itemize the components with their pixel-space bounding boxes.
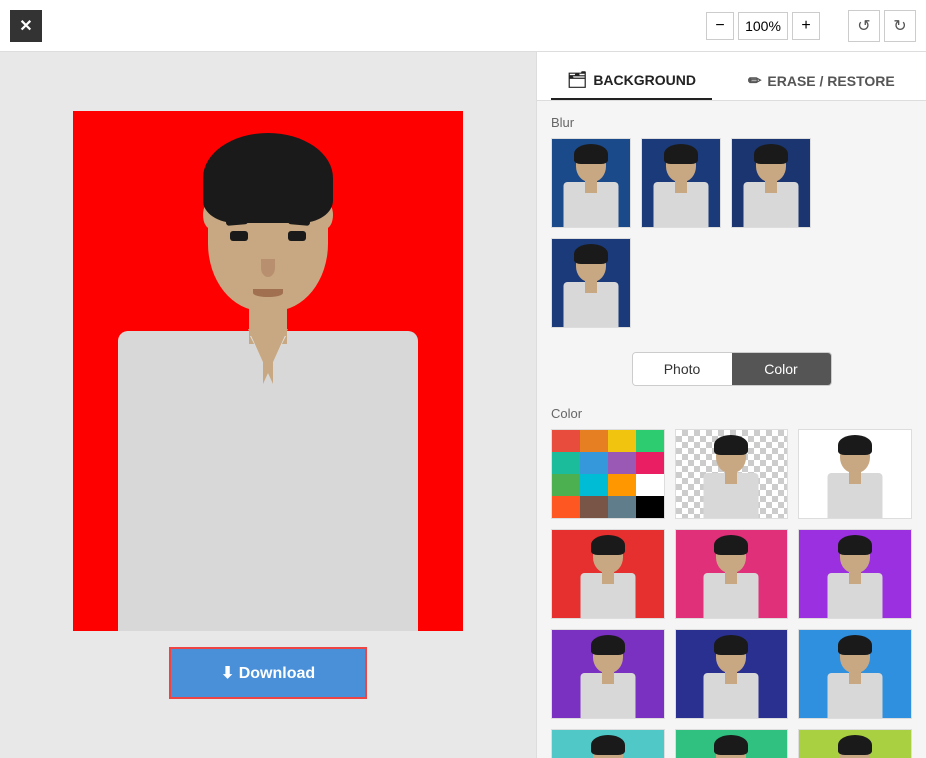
mini-hair-mp xyxy=(591,635,625,655)
mini-neck-blur3 xyxy=(765,181,777,193)
mini-hair-cy xyxy=(714,735,748,755)
mini-person-red xyxy=(552,530,664,618)
tab-erase-restore[interactable]: ✏ ERASE / RESTORE xyxy=(732,62,911,100)
color-thumb-grid xyxy=(551,429,912,758)
right-panel: 🗂 BACKGROUND ✏ ERASE / RESTORE Blur xyxy=(536,52,926,758)
mini-person-hotpink xyxy=(676,530,788,618)
blur-section: Blur xyxy=(551,115,912,328)
mini-hair-p xyxy=(838,535,872,555)
download-area: ⬇ Download xyxy=(169,647,367,699)
blur-section-label: Blur xyxy=(551,115,912,130)
close-button[interactable]: ✕ xyxy=(10,10,42,42)
blur-thumb-4[interactable] xyxy=(551,238,631,328)
image-container: ⬇ Download xyxy=(73,111,463,699)
blur-thumb-1[interactable] xyxy=(551,138,631,228)
zoom-out-button[interactable]: − xyxy=(706,12,734,40)
color-thumb-red[interactable] xyxy=(551,529,665,619)
mini-person-blur4 xyxy=(552,239,630,327)
mini-person-mpurple xyxy=(552,630,664,718)
blur-thumb-2[interactable] xyxy=(641,138,721,228)
mini-person-teal xyxy=(552,730,664,758)
mini-hair-r xyxy=(591,535,625,555)
color-thumb-dark-blue[interactable] xyxy=(675,629,789,719)
mini-neck-mp xyxy=(602,672,614,684)
tab-background-label: BACKGROUND xyxy=(593,72,696,88)
mini-neck-r xyxy=(602,572,614,584)
history-controls: ↺ ↻ xyxy=(848,10,916,42)
panel-tabs: 🗂 BACKGROUND ✏ ERASE / RESTORE xyxy=(537,52,926,101)
main-area: ⬇ Download 🗂 BACKGROUND ✏ ERASE / RESTOR… xyxy=(0,52,926,758)
mini-hair-yg xyxy=(838,735,872,755)
mini-hair-tl xyxy=(591,735,625,755)
mini-neck-w xyxy=(849,472,861,484)
color-thumb-cyan[interactable] xyxy=(675,729,789,758)
mini-neck-blur4 xyxy=(585,281,597,293)
color-thumb-white[interactable] xyxy=(798,429,912,519)
mini-person-transparent xyxy=(676,430,788,518)
mini-hair-db xyxy=(714,635,748,655)
pencil-icon: ✏ xyxy=(748,71,761,91)
color-thumb-yellow-green[interactable] xyxy=(798,729,912,758)
tab-erase-restore-label: ERASE / RESTORE xyxy=(767,73,894,89)
blur-thumb-row-2 xyxy=(551,238,912,328)
mini-neck-t xyxy=(725,472,737,484)
color-thumb-transparent[interactable] xyxy=(675,429,789,519)
mini-neck-blur2 xyxy=(675,181,687,193)
mini-person-blur1 xyxy=(552,139,630,227)
photo-color-toggle: Photo Color xyxy=(632,352,832,386)
mini-hair-blur1 xyxy=(574,144,608,164)
toggle-color-btn[interactable]: Color xyxy=(732,353,831,385)
toolbar: ✕ − 100% + ↺ ↻ xyxy=(0,0,926,52)
palette-grid xyxy=(552,430,664,518)
tab-background[interactable]: 🗂 BACKGROUND xyxy=(551,62,712,100)
redo-button[interactable]: ↻ xyxy=(884,10,916,42)
mini-person-purple xyxy=(799,530,911,618)
canvas-area: ⬇ Download xyxy=(0,52,536,758)
mini-hair-w xyxy=(838,435,872,455)
mini-person-blur2 xyxy=(642,139,720,227)
color-thumb-bright-blue[interactable] xyxy=(798,629,912,719)
zoom-controls: − 100% + xyxy=(706,12,820,40)
color-section-label: Color xyxy=(551,406,912,421)
mini-person-darkblue xyxy=(676,630,788,718)
color-thumb-medium-purple[interactable] xyxy=(551,629,665,719)
blur-thumb-row-1 xyxy=(551,138,912,228)
download-button[interactable]: ⬇ Download xyxy=(169,647,367,699)
mini-hair-bb xyxy=(838,635,872,655)
mini-person-blur3 xyxy=(732,139,810,227)
color-thumb-hotpink[interactable] xyxy=(675,529,789,619)
mini-neck-p xyxy=(849,572,861,584)
zoom-value-display: 100% xyxy=(738,12,788,40)
mini-hair-blur3 xyxy=(754,144,788,164)
layers-icon: 🗂 xyxy=(567,70,587,90)
mini-hair-blur4 xyxy=(574,244,608,264)
mini-person-yellowgreen xyxy=(799,730,911,758)
mini-hair-hp xyxy=(714,535,748,555)
color-thumb-teal[interactable] xyxy=(551,729,665,758)
mini-neck-bb xyxy=(849,672,861,684)
mini-neck-blur1 xyxy=(585,181,597,193)
mini-neck-hp xyxy=(725,572,737,584)
mini-hair-blur2 xyxy=(664,144,698,164)
zoom-in-button[interactable]: + xyxy=(792,12,820,40)
mini-neck-db xyxy=(725,672,737,684)
mini-person-cyan xyxy=(676,730,788,758)
mini-person-brightblue xyxy=(799,630,911,718)
color-thumb-purple[interactable] xyxy=(798,529,912,619)
toggle-photo-btn[interactable]: Photo xyxy=(633,353,732,385)
color-section: Color xyxy=(551,406,912,758)
undo-button[interactable]: ↺ xyxy=(848,10,880,42)
blur-thumb-3[interactable] xyxy=(731,138,811,228)
panel-content: Blur xyxy=(537,101,926,758)
mini-person-white xyxy=(799,430,911,518)
photo-display xyxy=(73,111,463,631)
toggle-container: Photo Color xyxy=(551,338,912,396)
color-thumb-palette[interactable] xyxy=(551,429,665,519)
mini-hair-t xyxy=(714,435,748,455)
